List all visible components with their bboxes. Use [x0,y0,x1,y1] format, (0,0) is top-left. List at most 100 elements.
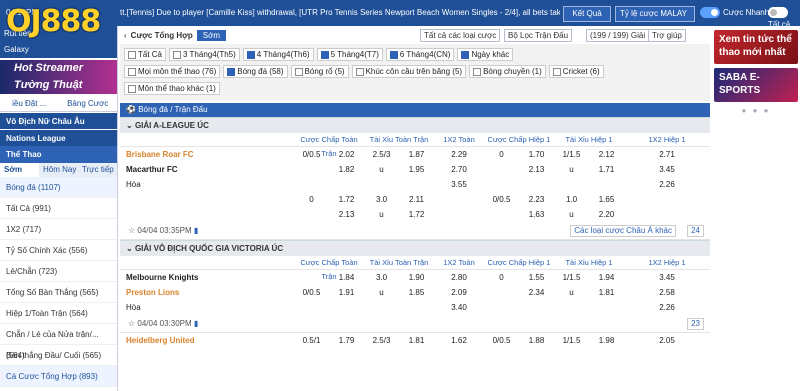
date-chip-5[interactable]: 5 Tháng4(T7) [316,48,383,61]
odds-cell[interactable]: 1.0 [554,192,589,207]
odds-cell[interactable]: 1.81 [399,333,434,348]
hot-streamer-banner[interactable]: Hot Streamer Tường Thuật [0,60,117,94]
league-header[interactable]: ⌄ GIẢI A-LEAGUE ÚC [120,117,710,133]
odds-cell[interactable]: 2.11 [399,192,434,207]
odds-cell[interactable]: 1.98 [589,333,624,348]
collapse-icon[interactable]: ⌄ [126,244,135,253]
sidebar-item-total-goals[interactable]: Tổng Số Bàn Thắng (565) [0,282,117,303]
odds-cell[interactable]: 1.85 [399,285,434,300]
odds-cell[interactable]: 1.79 [329,333,364,348]
market-count[interactable]: 23 [687,318,704,330]
date-chip-6[interactable]: 6 Tháng4(CN) [385,48,455,61]
sidebar-galaxy[interactable]: Galaxy [0,42,117,58]
sub-tab-today[interactable]: Hôm Nay [39,163,78,177]
odds-cell[interactable]: 0/0.5 [294,285,329,300]
odds-cell[interactable]: 2.29 [434,147,484,162]
sport-chip-basketball[interactable]: Bóng rổ (5) [290,65,349,78]
site-logo[interactable]: OJ888 [6,2,101,42]
quick-bet-toggle[interactable]: Cược Nhanh [700,7,769,19]
odds-cell[interactable]: 2.13 [329,207,364,222]
odds-cell[interactable]: 1.72 [329,192,364,207]
odds-cell[interactable]: 3.45 [624,270,710,285]
league-count[interactable]: (199 / 199) Giải [586,29,650,42]
stats-icon[interactable]: ▮ [192,319,198,328]
odds-cell[interactable]: 2.34 [519,285,554,300]
market-count[interactable]: 24 [687,225,704,237]
sport-chip-all[interactable]: Mọi môn thể thao (76) [124,65,221,78]
odds-cell[interactable]: 2.02 [329,147,364,162]
collapse-icon[interactable]: ⌄ [126,121,135,130]
odds-cell[interactable]: 3.0 [364,192,399,207]
back-icon[interactable]: ‹ [124,31,127,40]
odds-cell[interactable]: 1.95 [399,162,434,177]
sports-news-ad[interactable]: Xem tin tức thể thao mới nhất [714,30,798,64]
odds-cell[interactable]: 1.70 [519,147,554,162]
odds-cell[interactable]: u [554,207,589,222]
odds-cell[interactable]: u [364,162,399,177]
sport-chip-other[interactable]: Môn thể thao khác (1) [124,82,220,95]
sidebar-item-ht-ft[interactable]: Hiệp 1/Toàn Trận (564) [0,303,117,324]
sidebar-item-first-last-goal[interactable]: Bàn thắng Đầu/ Cuối (565) [0,345,117,366]
all-toggle[interactable]: Tất cả [768,7,800,29]
odds-cell[interactable]: 3.55 [434,177,484,192]
odds-cell[interactable]: 1.94 [589,270,624,285]
odds-cell[interactable]: 2.12 [589,147,624,162]
more-asian-bets[interactable]: Các loại cược Châu Á khác [570,225,676,237]
odds-cell[interactable]: 1.71 [589,162,624,177]
odds-cell[interactable]: u [364,285,399,300]
odds-cell[interactable]: 0 [484,270,519,285]
early-badge[interactable]: Sớm [196,29,226,41]
odds-cell[interactable]: 2.71 [624,147,710,162]
sidebar-item-half-odd-even[interactable]: Chẵn / Lẻ của Nửa trận/... (564) [0,324,117,360]
sidebar-item-1x2[interactable]: 1X2 (717) [0,219,117,240]
odds-cell[interactable]: 1.62 [434,333,484,348]
odds-cell[interactable]: 1/1.5 [554,270,589,285]
sidebar-section-euro-women[interactable]: Vô Địch Nữ Châu Âu [0,112,117,129]
odds-cell[interactable]: 2.20 [589,207,624,222]
odds-cell[interactable]: 2.13 [519,162,554,177]
sub-tab-early[interactable]: Sớm [0,163,39,177]
odds-type-select[interactable]: Tỷ lệ cược MALAY [615,6,695,22]
date-chip-4[interactable]: 4 Tháng4(Th6) [242,48,314,61]
odds-cell[interactable]: 2.5/3 [364,147,399,162]
odds-cell[interactable]: 0 [484,147,519,162]
sidebar-item-mix-parlay[interactable]: Cá Cược Tổng Hợp (893) [0,366,117,387]
odds-cell[interactable]: 1.88 [519,333,554,348]
odds-cell[interactable]: 2.26 [624,300,710,315]
bet-type-select[interactable]: Tất cả các loại cược [420,29,501,42]
sub-tab-live[interactable]: Trực tiếp [78,163,117,177]
odds-cell[interactable]: u [554,162,589,177]
date-chip-3[interactable]: 3 Tháng4(Th5) [169,48,240,61]
saba-esports-ad[interactable]: SABA E-SPORTS [714,68,798,102]
odds-cell[interactable]: 1.84 [329,270,364,285]
carousel-dots[interactable]: ● ● ● [712,106,800,115]
odds-cell[interactable]: 2.70 [434,162,484,177]
odds-cell[interactable]: u [554,285,589,300]
star-icon[interactable]: ☆ [128,319,137,328]
odds-cell[interactable]: 1.82 [329,162,364,177]
odds-cell[interactable]: 3.40 [434,300,484,315]
odds-cell[interactable]: 0/0.5 [484,192,519,207]
odds-cell[interactable]: 3.0 [364,270,399,285]
odds-cell[interactable]: 2.5/3 [364,333,399,348]
date-chip-other[interactable]: Ngày khác [457,48,514,61]
odds-cell[interactable]: 1.87 [399,147,434,162]
odds-cell[interactable]: u [364,207,399,222]
sidebar-item-all[interactable]: Tất Cả (991) [0,198,117,219]
sidebar-section-sports[interactable]: Thể Thao [0,146,117,163]
odds-cell[interactable]: 1/1.5 [554,333,589,348]
odds-cell[interactable]: 0/0.5 [484,333,519,348]
odds-cell[interactable]: 0 [294,192,329,207]
odds-cell[interactable]: 2.58 [624,285,710,300]
sidebar-item-football[interactable]: Bóng đá (1107) [0,177,117,198]
odds-cell[interactable]: 1.63 [519,207,554,222]
odds-cell[interactable]: 0.5/1 [294,333,329,348]
league-header[interactable]: ⌄ GIẢI VÔ ĐỊCH QUỐC GIA VICTORIA ÚC [120,240,710,256]
sidebar-item-correct-score[interactable]: Tỷ Số Chính Xác (556) [0,240,117,261]
odds-cell[interactable]: 2.05 [624,333,710,348]
odds-cell[interactable]: 1/1.5 [554,147,589,162]
tab-betting-terms[interactable]: iều Đặt ... [0,96,59,111]
odds-cell[interactable]: 1.90 [399,270,434,285]
sidebar-item-odd-even[interactable]: Lẻ/Chẵn (723) [0,261,117,282]
odds-cell[interactable]: 2.26 [624,177,710,192]
